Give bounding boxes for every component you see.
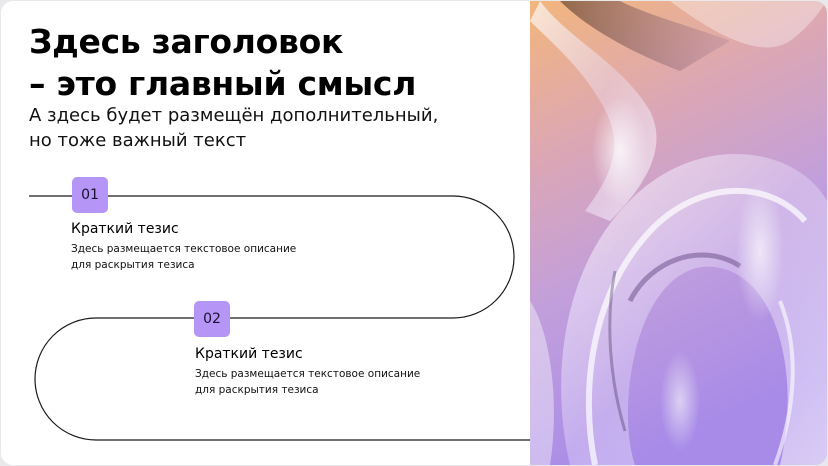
thesis-title: Краткий тезис — [195, 346, 303, 362]
glass-highlight-1 — [592, 96, 648, 206]
thesis-block-02: Краткий тезис Здесь размещается текстово… — [195, 345, 495, 398]
decorative-glass-image — [530, 1, 827, 465]
thesis-block-01: Краткий тезис Здесь размещается текстово… — [71, 220, 371, 273]
thesis-title: Краткий тезис — [71, 221, 179, 237]
thesis-desc-line-1: Здесь размещается текстовое описание — [195, 368, 421, 380]
step-number: 01 — [81, 187, 99, 203]
glass-art-svg — [530, 1, 827, 465]
glass-highlight-3 — [660, 351, 700, 451]
thesis-desc-line-2: для раскрытия тезиса — [71, 259, 195, 271]
thesis-desc-line-1: Здесь размещается текстовое описание — [71, 243, 297, 255]
step-badge-02: 02 — [194, 301, 230, 337]
thesis-description: Здесь размещается текстовое описание для… — [71, 241, 371, 273]
thesis-desc-line-2: для раскрытия тезиса — [195, 384, 319, 396]
step-number: 02 — [203, 311, 221, 327]
glass-highlight-2 — [736, 181, 784, 321]
slide: Здесь заголовок – это главный смысл А зд… — [1, 1, 827, 465]
thesis-description: Здесь размещается текстовое описание для… — [195, 366, 495, 398]
step-badge-01: 01 — [72, 177, 108, 213]
